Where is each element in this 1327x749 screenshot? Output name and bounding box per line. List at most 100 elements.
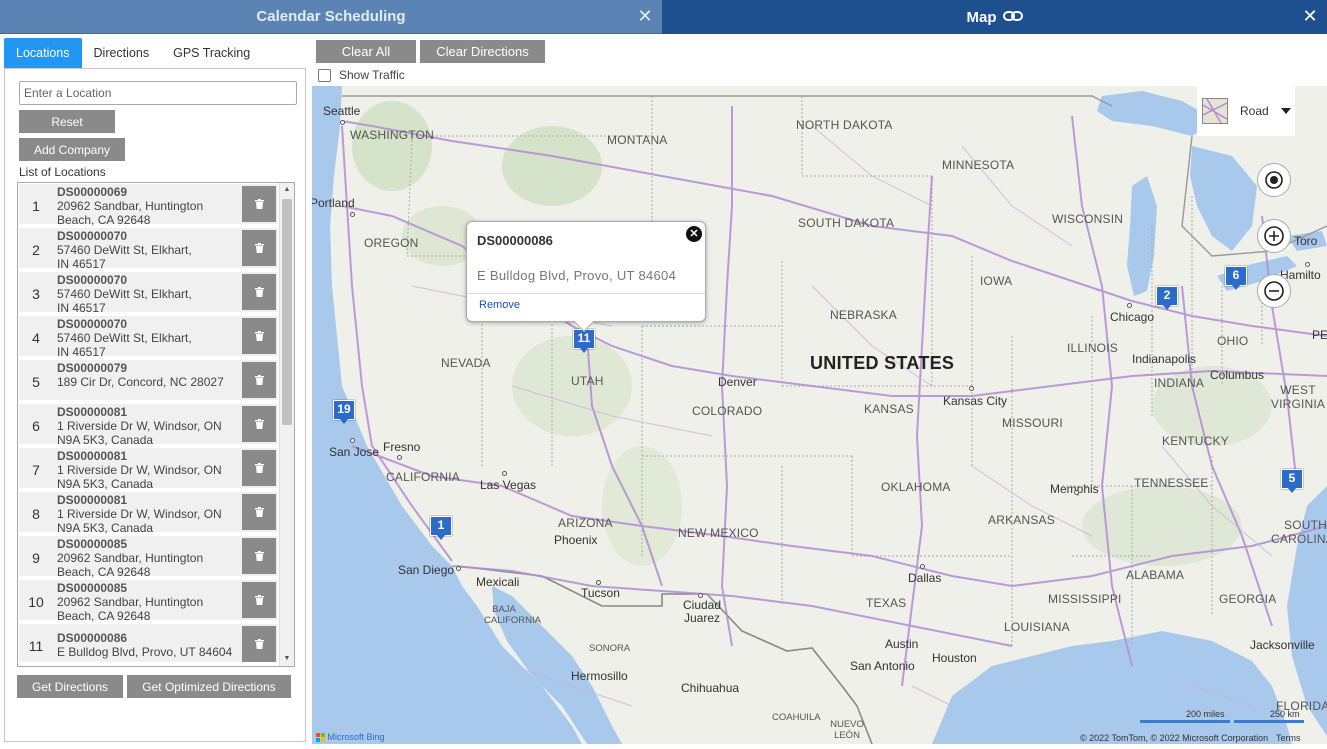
delete-button[interactable]: [242, 362, 276, 398]
list-item[interactable]: 1 DS00000069 20962 Sandbar, Huntington Be…: [19, 184, 278, 227]
popup-title: DS00000086: [477, 233, 553, 248]
road-map-icon: [1202, 98, 1228, 124]
delete-button[interactable]: [242, 494, 276, 530]
list-scrollbar[interactable]: ▲ ▼: [279, 183, 294, 666]
list-item[interactable]: 4 DS00000070 57460 DeWitt St, Elkhart, IN…: [19, 316, 278, 359]
tab-gps-tracking[interactable]: GPS Tracking: [161, 38, 262, 68]
show-traffic-label: Show Traffic: [339, 68, 405, 82]
map-label-city: San Antonio: [850, 659, 915, 673]
locations-panel: Reset Add Company List of Locations 1 DS…: [4, 68, 306, 742]
map-label-city: Columbus: [1210, 368, 1265, 382]
map-label-state: NEVADA: [441, 356, 491, 370]
map-pin[interactable]: 5: [1281, 469, 1303, 495]
add-company-button[interactable]: Add Company: [19, 138, 125, 161]
chevron-down-icon: [1280, 108, 1291, 114]
city-dot: [698, 593, 703, 598]
location-address: 1 Riverside Dr W, Windsor, ON N9A 5K3, C…: [57, 419, 222, 447]
scroll-down-icon[interactable]: ▼: [280, 652, 294, 666]
map-label-state: MINNESOTA: [942, 158, 1015, 172]
scale-km: 250 km: [1270, 709, 1300, 719]
left-panel-tabs: Locations Directions GPS Tracking: [4, 38, 262, 68]
map-label-city: Mexicali: [476, 575, 520, 589]
map-label-city: Toro: [1294, 234, 1318, 248]
delete-button[interactable]: [242, 230, 276, 266]
locate-icon: [1265, 171, 1283, 189]
popup-remove-link[interactable]: Remove: [479, 299, 520, 311]
reset-button[interactable]: Reset: [19, 110, 115, 133]
pin-label: 5: [1281, 469, 1303, 489]
delete-button[interactable]: [242, 274, 276, 310]
map-pin[interactable]: 6: [1225, 266, 1247, 292]
list-item[interactable]: 5 DS00000079 189 Cir Dr, Concord, NC 2802…: [19, 360, 278, 402]
list-item[interactable]: 9 DS00000085 20962 Sandbar, Huntington Be…: [19, 536, 278, 579]
location-number: 3: [32, 286, 40, 302]
location-number: 1: [32, 198, 40, 214]
map-label-city: San Jose: [329, 445, 380, 459]
location-address: 57460 DeWitt St, Elkhart, IN 46517: [57, 331, 192, 359]
trash-icon: [254, 551, 264, 561]
map-label-state: NEW MEXICO: [678, 526, 759, 540]
show-traffic-checkbox[interactable]: [318, 68, 331, 82]
delete-button[interactable]: [242, 186, 276, 222]
delete-button[interactable]: [242, 538, 276, 574]
map-base-layer: [312, 86, 1327, 744]
trash-icon: [254, 507, 264, 517]
location-input[interactable]: [19, 81, 297, 105]
locate-me-button[interactable]: [1257, 163, 1291, 197]
scroll-up-icon[interactable]: ▲: [280, 183, 294, 197]
map-pin[interactable]: 11: [573, 329, 595, 355]
location-id: DS00000081: [57, 449, 128, 463]
link-icon[interactable]: [1002, 9, 1023, 26]
close-icon[interactable]: ✕: [1301, 7, 1319, 25]
scroll-thumb[interactable]: [282, 199, 292, 425]
city-dot: [596, 580, 601, 585]
map-style-label: Road: [1240, 104, 1269, 118]
list-item[interactable]: 11 DS00000086 E Bulldog Blvd, Provo, UT 8…: [19, 624, 278, 664]
list-item[interactable]: 6 DS00000081 1 Riverside Dr W, Windsor, O…: [19, 404, 278, 447]
popup-address: E Bulldog Blvd, Provo, UT 84604: [477, 268, 677, 283]
scale-bar-km: [1234, 720, 1304, 723]
zoom-in-button[interactable]: [1257, 219, 1291, 253]
list-item[interactable]: 8 DS00000081 1 Riverside Dr W, Windsor, O…: [19, 492, 278, 535]
location-id: DS00000085: [57, 581, 128, 595]
tab-locations[interactable]: Locations: [4, 38, 82, 68]
map-label-city: Austin: [885, 637, 919, 651]
get-directions-button[interactable]: Get Directions: [17, 675, 123, 698]
delete-button[interactable]: [242, 582, 276, 618]
list-title: List of Locations: [19, 165, 106, 179]
location-address: 189 Cir Dr, Concord, NC 28027: [57, 375, 224, 389]
map-style-selector[interactable]: Road: [1197, 86, 1295, 136]
delete-button[interactable]: [242, 626, 276, 662]
location-address: 20962 Sandbar, Huntington Beach, CA 9264…: [57, 551, 204, 579]
delete-button[interactable]: [242, 318, 276, 354]
get-optimized-directions-button[interactable]: Get Optimized Directions: [127, 675, 291, 698]
map-pin[interactable]: 1: [430, 516, 452, 542]
location-id: DS00000081: [57, 493, 128, 507]
clear-all-button[interactable]: Clear All: [316, 40, 416, 63]
map-pin[interactable]: 2: [1156, 286, 1178, 312]
list-item[interactable]: 10 DS00000085 20962 Sandbar, Huntington B…: [19, 580, 278, 623]
close-icon[interactable]: ✕: [636, 7, 654, 25]
delete-button[interactable]: [242, 450, 276, 486]
terms-link[interactable]: Terms: [1276, 733, 1301, 743]
popup-close-icon[interactable]: ✕: [686, 226, 702, 242]
list-item[interactable]: 3 DS00000070 57460 DeWitt St, Elkhart, IN…: [19, 272, 278, 315]
location-address: 57460 DeWitt St, Elkhart, IN 46517: [57, 243, 192, 271]
delete-button[interactable]: [242, 406, 276, 442]
list-item[interactable]: 7 DS00000081 1 Riverside Dr W, Windsor, O…: [19, 448, 278, 491]
map-pin[interactable]: 19: [333, 400, 355, 426]
map-label-state: NORTH DAKOTA: [796, 118, 893, 132]
map-canvas[interactable]: Seattle WASHINGTON MONTANA NORTH DAKOTA …: [312, 86, 1327, 744]
tab-directions[interactable]: Directions: [82, 38, 162, 68]
city-dot: [350, 438, 355, 443]
trash-icon: [254, 199, 264, 209]
list-item[interactable]: 2 DS00000070 57460 DeWitt St, Elkhart, IN…: [19, 228, 278, 271]
zoom-out-button[interactable]: [1257, 274, 1291, 308]
map-label-state: ALABAMA: [1126, 568, 1185, 582]
map-label-state: TENNESSEE: [1134, 476, 1209, 490]
map-label-city: Las Vegas: [480, 478, 537, 492]
clear-directions-button[interactable]: Clear Directions: [420, 40, 545, 63]
map-label-state: WISCONSIN: [1052, 212, 1124, 226]
show-traffic-toggle[interactable]: Show Traffic: [318, 68, 405, 82]
map-label-city: Tucson: [581, 586, 620, 600]
